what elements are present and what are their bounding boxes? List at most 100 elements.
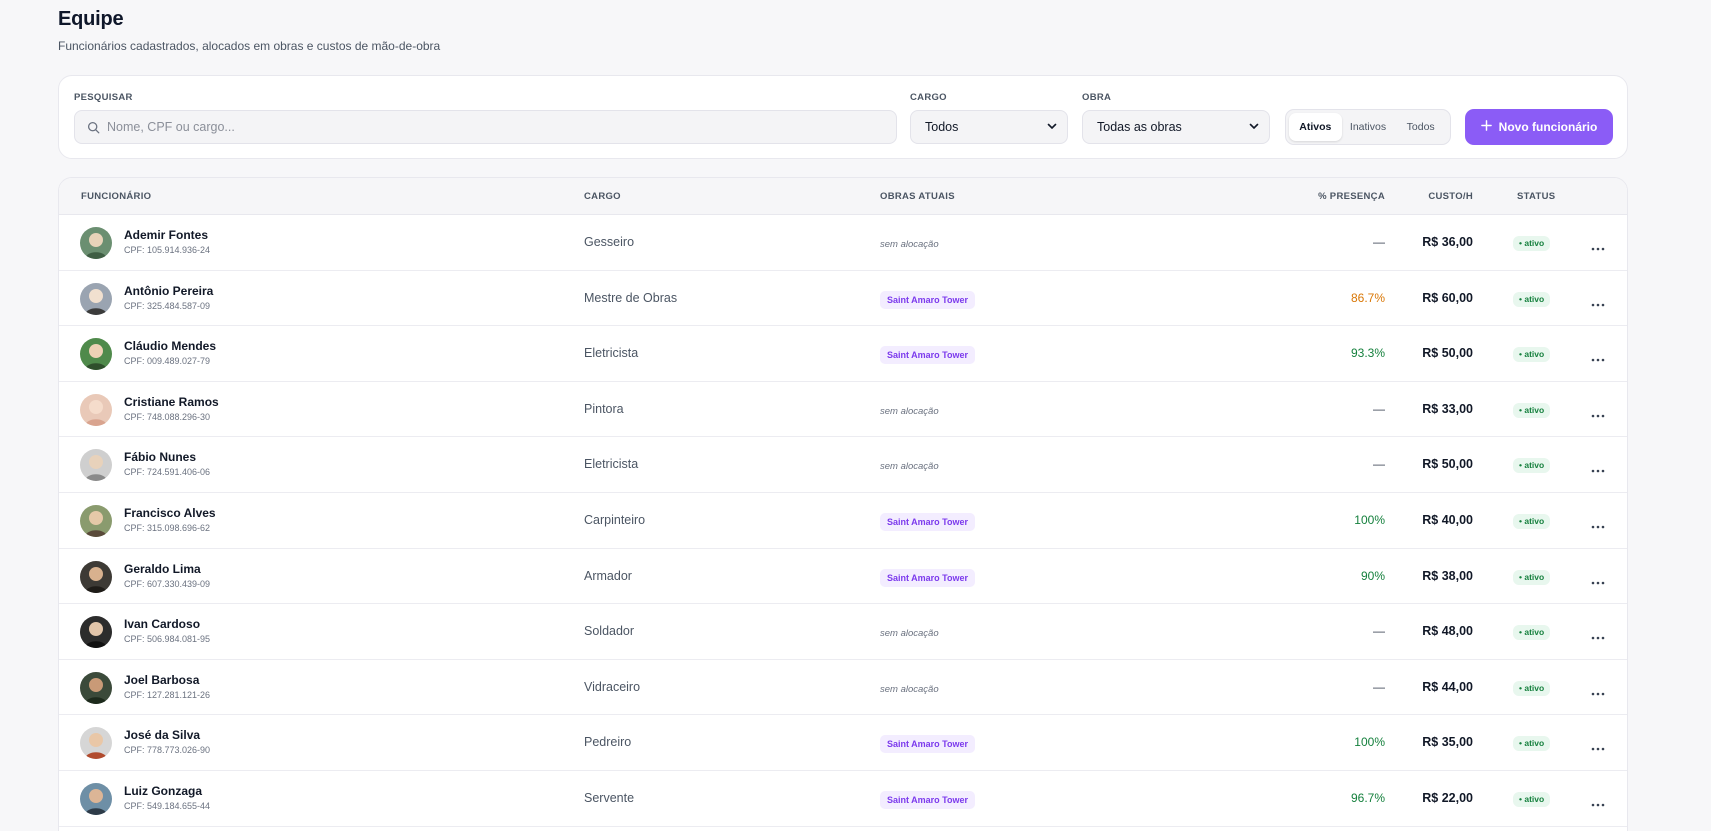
employee-cpf: CPF: 127.281.121-26 <box>124 689 211 700</box>
avatar <box>80 616 112 649</box>
more-horizontal-icon[interactable] <box>1591 628 1605 640</box>
table-row[interactable]: Fábio Nunes CPF: 724.591.406-06 Eletrici… <box>59 437 1627 493</box>
employee-name[interactable]: Geraldo Lima <box>124 562 201 576</box>
avatar <box>80 504 112 537</box>
employee-custo: R$ 50,00 <box>1422 457 1473 472</box>
status-badge: • ativo <box>1513 625 1551 641</box>
employee-cpf: CPF: 607.330.439-09 <box>124 578 211 589</box>
table-row[interactable]: Cláudio Mendes CPF: 009.489.027-79 Eletr… <box>59 326 1627 382</box>
more-horizontal-icon[interactable] <box>1591 573 1605 584</box>
employee-name[interactable]: José da Silva <box>124 728 200 742</box>
more-horizontal-icon[interactable] <box>1591 295 1605 306</box>
table-row[interactable]: Ademir Fontes CPF: 105.914.936-24 Gessei… <box>59 215 1627 271</box>
employee-presenca: — <box>1373 679 1385 694</box>
search-box[interactable] <box>74 110 897 144</box>
col-funcionario: FUNCIONÁRIO <box>81 191 152 202</box>
table-body: Ademir Fontes CPF: 105.914.936-24 Gessei… <box>59 215 1627 827</box>
status-badge: • ativo <box>1513 791 1551 807</box>
status-badge: • ativo <box>1513 513 1551 529</box>
status-badge: • ativo <box>1513 236 1551 251</box>
employee-cargo: Eletricista <box>584 457 639 472</box>
employee-name[interactable]: Cláudio Mendes <box>124 339 216 353</box>
employee-name[interactable]: Fábio Nunes <box>124 450 196 464</box>
table-row[interactable]: Luiz Gonzaga CPF: 549.184.655-44 Servent… <box>59 771 1627 827</box>
avatar <box>80 560 112 593</box>
table-header: FUNCIONÁRIO CARGO OBRAS ATUAIS % PRESENÇ… <box>59 178 1627 215</box>
employees-table: FUNCIONÁRIO CARGO OBRAS ATUAIS % PRESENÇ… <box>58 177 1628 831</box>
more-horizontal-icon[interactable] <box>1591 406 1605 418</box>
avatar <box>80 338 112 371</box>
table-row[interactable]: Cristiane Ramos CPF: 748.088.296-30 Pint… <box>59 382 1627 438</box>
employee-name[interactable]: Francisco Alves <box>124 506 216 520</box>
employee-cargo: Vidraceiro <box>584 679 641 694</box>
toggle-inativos[interactable]: Inativos <box>1342 113 1395 141</box>
toggle-ativos[interactable]: Ativos <box>1289 113 1342 141</box>
employee-presenca: — <box>1373 235 1385 249</box>
employee-name[interactable]: Joel Barbosa <box>124 673 199 687</box>
employee-obra: sem alocação <box>880 234 939 252</box>
new-employee-button[interactable]: Novo funcionário <box>1465 109 1613 145</box>
chevron-down-icon <box>1249 120 1259 134</box>
employee-custo: R$ 40,00 <box>1422 512 1473 527</box>
employee-obra: sem alocação <box>880 623 939 641</box>
employee-cargo: Soldador <box>584 624 635 639</box>
employee-cargo: Mestre de Obras <box>584 290 678 305</box>
obra-select[interactable]: Todas as obras <box>1082 110 1270 144</box>
obra-badge: Saint Amaro Tower <box>880 512 976 531</box>
table-row[interactable]: Ivan Cardoso CPF: 506.984.081-95 Soldado… <box>59 604 1627 660</box>
employee-custo: R$ 36,00 <box>1422 235 1473 249</box>
table-row[interactable]: José da Silva CPF: 778.773.026-90 Pedrei… <box>59 715 1627 771</box>
status-badge: • ativo <box>1513 736 1551 752</box>
table-row[interactable]: Antônio Pereira CPF: 325.484.587-09 Mest… <box>59 271 1627 327</box>
col-custo: CUSTO/H <box>1428 191 1473 202</box>
employee-name[interactable]: Antônio Pereira <box>124 284 213 298</box>
employee-presenca: 93.3% <box>1350 346 1385 361</box>
col-cargo: CARGO <box>584 191 621 202</box>
status-badge: • ativo <box>1513 291 1551 307</box>
more-horizontal-icon[interactable] <box>1591 795 1605 807</box>
obra-none-label: sem alocação <box>880 239 939 250</box>
employee-name[interactable]: Ademir Fontes <box>124 228 208 242</box>
employee-custo: R$ 35,00 <box>1422 735 1473 750</box>
employee-custo: R$ 50,00 <box>1422 346 1473 361</box>
col-obras: OBRAS ATUAIS <box>880 191 955 202</box>
employee-obra: Saint Amaro Tower <box>880 345 976 365</box>
table-row[interactable]: Joel Barbosa CPF: 127.281.121-26 Vidrace… <box>59 660 1627 716</box>
employee-obra: Saint Amaro Tower <box>880 290 976 309</box>
employee-cargo: Eletricista <box>584 346 639 361</box>
employee-name[interactable]: Cristiane Ramos <box>124 395 219 409</box>
more-horizontal-icon[interactable] <box>1591 461 1605 473</box>
search-input[interactable] <box>107 120 896 134</box>
employee-presenca: — <box>1373 624 1385 639</box>
page-subtitle: Funcionários cadastrados, alocados em ob… <box>58 39 441 53</box>
search-label: PESQUISAR <box>74 92 133 103</box>
obra-badge: Saint Amaro Tower <box>880 568 976 587</box>
employee-name[interactable]: Luiz Gonzaga <box>124 784 202 798</box>
avatar <box>80 782 112 815</box>
avatar <box>80 449 112 482</box>
page-header: Equipe Funcionários cadastrados, alocado… <box>58 8 440 53</box>
more-horizontal-icon[interactable] <box>1591 239 1605 251</box>
employee-cpf: CPF: 724.591.406-06 <box>124 467 211 478</box>
employee-name[interactable]: Ivan Cardoso <box>124 617 200 631</box>
employee-obra: Saint Amaro Tower <box>880 790 976 809</box>
more-horizontal-icon[interactable] <box>1591 517 1605 529</box>
employee-cpf: CPF: 325.484.587-09 <box>124 300 211 311</box>
cargo-select[interactable]: Todos <box>910 110 1068 144</box>
obra-select-value: Todas as obras <box>1097 120 1182 134</box>
obra-none-label: sem alocação <box>880 628 939 640</box>
more-horizontal-icon[interactable] <box>1591 684 1605 696</box>
more-horizontal-icon[interactable] <box>1591 739 1605 751</box>
employee-cpf: CPF: 778.773.026-90 <box>124 745 211 756</box>
employee-presenca: — <box>1373 401 1385 416</box>
table-row[interactable]: Geraldo Lima CPF: 607.330.439-09 Armador… <box>59 549 1627 605</box>
col-status: STATUS <box>1517 191 1556 202</box>
obra-none-label: sem alocação <box>880 405 939 417</box>
avatar <box>80 227 112 259</box>
more-horizontal-icon[interactable] <box>1591 350 1605 362</box>
status-badge: • ativo <box>1513 680 1551 696</box>
table-row[interactable]: Francisco Alves CPF: 315.098.696-62 Carp… <box>59 493 1627 549</box>
status-badge: • ativo <box>1513 458 1551 474</box>
toggle-todos[interactable]: Todos <box>1394 113 1447 141</box>
employee-cpf: CPF: 105.914.936-24 <box>124 245 211 255</box>
